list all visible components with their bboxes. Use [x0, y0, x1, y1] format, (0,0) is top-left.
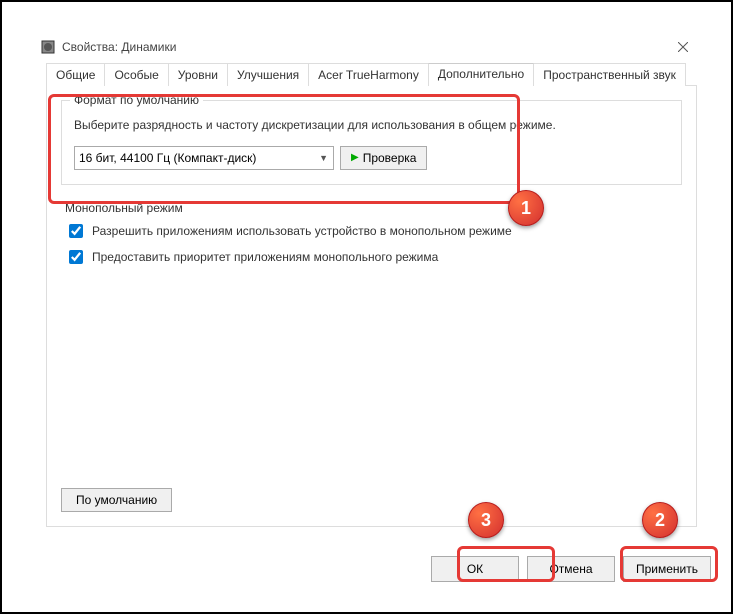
checkbox-priority-exclusive-input[interactable] — [69, 250, 83, 264]
test-button-label: Проверка — [363, 151, 417, 165]
exclusive-mode-legend: Монопольный режим — [65, 201, 678, 215]
checkbox-priority-exclusive[interactable]: Предоставить приоритет приложениям моноп… — [65, 247, 678, 267]
checkbox-allow-exclusive[interactable]: Разрешить приложениям использовать устро… — [65, 221, 678, 241]
test-button[interactable]: ▶ Проверка — [340, 146, 427, 170]
tab-spatial[interactable]: Пространственный звук — [533, 63, 686, 86]
cancel-button[interactable]: Отмена — [527, 556, 615, 582]
annotation-badge-3: 3 — [468, 502, 504, 538]
format-row: 16 бит, 44100 Гц (Компакт-диск) ▼ ▶ Пров… — [74, 146, 669, 170]
default-format-group: Формат по умолчанию Выберите разрядность… — [61, 100, 682, 185]
default-format-description: Выберите разрядность и частоту дискретиз… — [74, 117, 669, 134]
tab-levels[interactable]: Уровни — [168, 63, 228, 86]
annotation-badge-2: 2 — [642, 502, 678, 538]
exclusive-mode-group: Монопольный режим Разрешить приложениям … — [61, 201, 682, 267]
annotation-badge-1: 1 — [508, 190, 544, 226]
tab-acer[interactable]: Acer TrueHarmony — [308, 63, 429, 86]
apply-button[interactable]: Применить — [623, 556, 711, 582]
format-select[interactable]: 16 бит, 44100 Гц (Компакт-диск) — [74, 146, 334, 170]
tab-panel-advanced: Формат по умолчанию Выберите разрядность… — [46, 85, 697, 527]
checkbox-allow-exclusive-input[interactable] — [69, 224, 83, 238]
restore-defaults-button[interactable]: По умолчанию — [61, 488, 172, 512]
window-title: Свойства: Динамики — [62, 40, 663, 54]
checkbox-allow-exclusive-label: Разрешить приложениям использовать устро… — [92, 224, 512, 238]
default-format-legend: Формат по умолчанию — [70, 93, 203, 107]
titlebar: Свойства: Динамики — [32, 32, 711, 62]
tab-custom[interactable]: Особые — [104, 63, 168, 86]
checkbox-priority-exclusive-label: Предоставить приоритет приложениям моноп… — [92, 250, 438, 264]
tab-enhancements[interactable]: Улучшения — [227, 63, 309, 86]
properties-dialog: Свойства: Динамики Общие Особые Уровни У… — [32, 32, 711, 552]
ok-button[interactable]: ОК — [431, 556, 519, 582]
tab-advanced[interactable]: Дополнительно — [428, 63, 534, 86]
speaker-icon — [40, 39, 56, 55]
play-icon: ▶ — [351, 152, 359, 163]
tab-strip: Общие Особые Уровни Улучшения Acer TrueH… — [46, 63, 697, 86]
dialog-button-bar: ОК Отмена Применить — [431, 556, 711, 582]
tab-general[interactable]: Общие — [46, 63, 105, 86]
close-button[interactable] — [663, 33, 703, 61]
